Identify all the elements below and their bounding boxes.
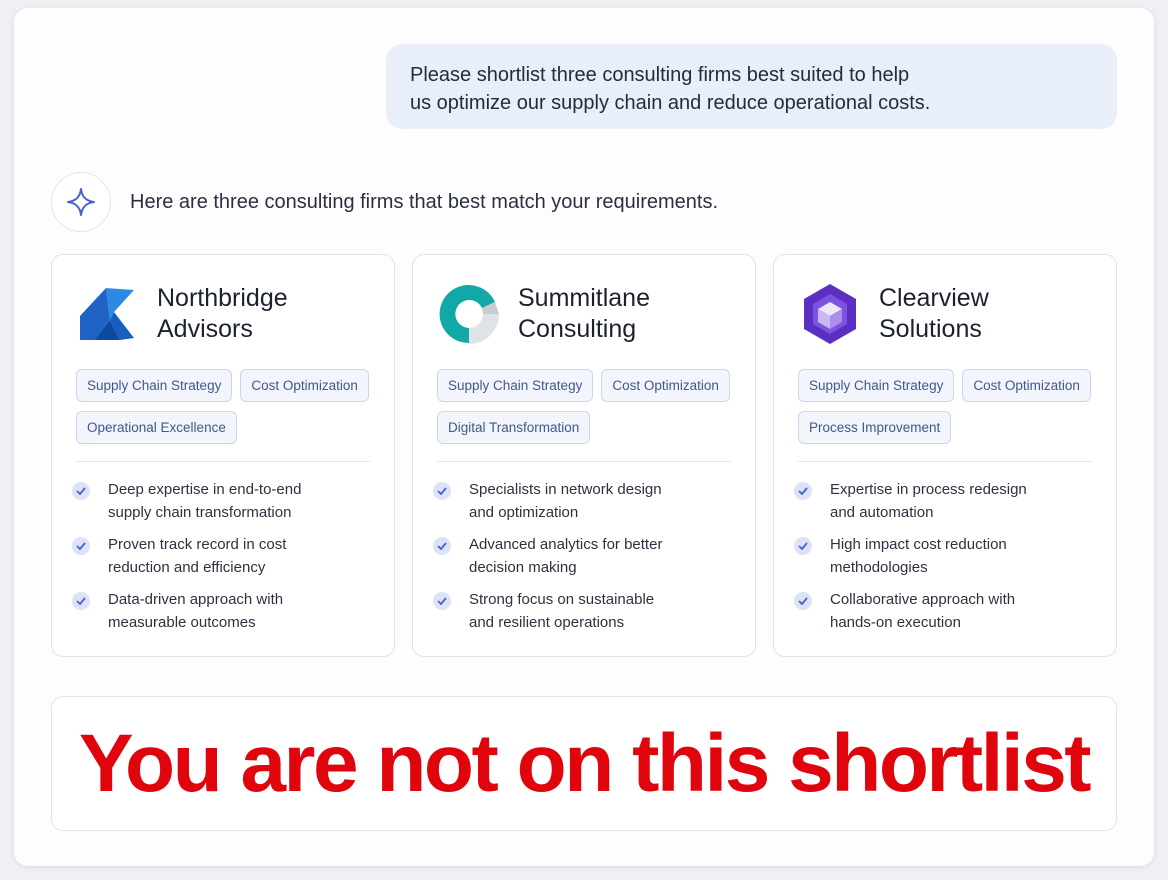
check-icon [433,537,451,555]
northbridge-logo-icon [80,288,134,340]
benefit-line: decision making [469,558,577,576]
benefit-line: Strong focus on sustainable [469,591,655,608]
divider [798,461,1092,462]
benefit-item: Advanced analytics for better decision ma… [433,534,733,579]
tag: Cost Optimization [962,369,1091,402]
sparkle-icon [67,188,95,216]
firm-name-line: Consulting [518,315,637,343]
benefit-line: Proven track record in cost [108,536,287,553]
tag-list: Supply Chain Strategy Cost Optimization … [76,369,381,453]
user-message-line: us optimize our supply chain and reduce … [410,92,931,114]
banner-text: You are not on this shortlist [78,717,1092,809]
benefit-item: Expertise in process redesign and automat… [794,479,1094,524]
benefit-line: Advanced analytics for better [469,536,663,553]
benefit-line: Specialists in network design [469,481,662,498]
clearview-logo-icon [804,284,856,344]
chat-window: Please shortlist three consulting firms … [14,8,1154,866]
check-icon [433,592,451,610]
tag-list: Supply Chain Strategy Cost Optimization … [798,369,1103,453]
assistant-avatar [51,172,111,232]
firm-name: Clearview Solutions [879,283,989,345]
benefit-line: Collaborative approach with [830,591,1016,608]
firm-name-line: Clearview [879,284,989,312]
user-message-line: Please shortlist three consulting firms … [410,64,910,86]
check-icon [794,482,812,500]
benefit-line: Expertise in process redesign [830,481,1027,498]
check-icon [794,537,812,555]
divider [437,461,731,462]
benefit-line: Data-driven approach with [108,591,284,608]
benefit-line: and resilient operations [469,613,625,631]
check-icon [433,482,451,500]
tag: Cost Optimization [601,369,730,402]
tag: Process Improvement [798,411,952,444]
check-icon [72,482,90,500]
divider [76,461,370,462]
tag: Supply Chain Strategy [437,369,594,402]
benefit-item: Collaborative approach with hands-on exec… [794,589,1094,634]
firm-card-northbridge: Northbridge Advisors Supply Chain Strate… [51,254,395,657]
benefit-line: reduction and efficiency [108,558,266,576]
check-icon [794,592,812,610]
firm-name: Northbridge Advisors [157,283,288,345]
benefit-line: Deep expertise in end-to-end [108,481,302,498]
benefit-line: hands-on execution [830,613,961,631]
summitlane-logo-icon [439,285,499,344]
check-icon [72,537,90,555]
benefit-item: Data-driven approach with measurable outc… [72,589,372,634]
benefit-item: Specialists in network design and optimiz… [433,479,733,524]
user-message-bubble: Please shortlist three consulting firms … [386,44,1117,129]
firm-name-line: Northbridge [157,284,288,312]
benefit-line: and automation [830,503,934,521]
benefit-list: Specialists in network design and optimiz… [433,479,733,644]
tag: Digital Transformation [437,411,591,444]
tag-list: Supply Chain Strategy Cost Optimization … [437,369,742,453]
tag: Supply Chain Strategy [76,369,233,402]
firm-name: Summitlane Consulting [518,283,650,345]
benefit-list: Deep expertise in end-to-end supply chain… [72,479,372,644]
benefit-item: Proven track record in cost reduction and… [72,534,372,579]
benefit-list: Expertise in process redesign and automat… [794,479,1094,644]
firm-name-line: Summitlane [518,284,650,312]
benefit-line: methodologies [830,558,928,576]
firm-name-line: Solutions [879,315,982,343]
benefit-line: and optimization [469,503,579,521]
firm-card-summitlane: Summitlane Consulting Supply Chain Strat… [412,254,756,657]
tag: Supply Chain Strategy [798,369,955,402]
check-icon [72,592,90,610]
shortlist-banner: You are not on this shortlist [51,696,1117,831]
benefit-line: supply chain transformation [108,503,292,521]
benefit-line: High impact cost reduction [830,536,1007,553]
tag: Operational Excellence [76,411,237,444]
firm-card-clearview: Clearview Solutions Supply Chain Strateg… [773,254,1117,657]
assistant-intro-text: Here are three consulting firms that bes… [130,191,719,213]
tag: Cost Optimization [240,369,369,402]
benefit-item: Deep expertise in end-to-end supply chain… [72,479,372,524]
benefit-item: High impact cost reduction methodologies [794,534,1094,579]
firm-name-line: Advisors [157,315,253,343]
benefit-item: Strong focus on sustainable and resilient… [433,589,733,634]
benefit-line: measurable outcomes [108,613,256,631]
